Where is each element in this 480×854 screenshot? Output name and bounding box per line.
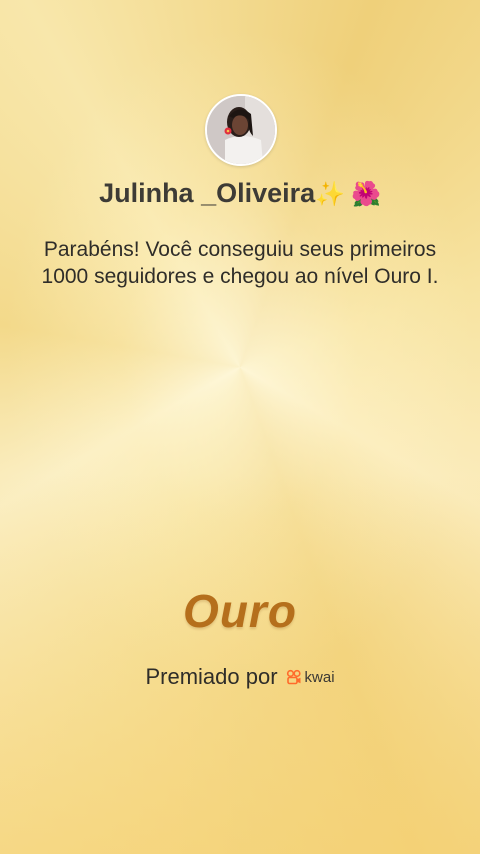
hibiscus-emoji: 🌺 <box>351 180 381 208</box>
sparkles-emoji: ✨ <box>315 180 346 208</box>
achievement-card: Julinha _Oliveira✨ 🌺 Parabéns! Você conse… <box>0 0 480 854</box>
congratulations-message: Parabéns! Você conseguiu seus primeiros … <box>41 238 439 288</box>
kwai-brand: kwai <box>286 669 335 686</box>
username-text: Julinha _Oliveira <box>99 178 316 208</box>
level-title: Ouro <box>183 585 297 637</box>
avatar-photo-icon <box>207 96 275 164</box>
kwai-brand-name: kwai <box>304 668 335 686</box>
username: Julinha _Oliveira✨ 🌺 <box>0 178 480 209</box>
awarded-by: Premiado por kwai <box>0 664 480 690</box>
kwai-logo-icon <box>286 669 301 685</box>
awarded-by-label: Premiado por <box>145 664 278 689</box>
avatar <box>205 94 277 166</box>
